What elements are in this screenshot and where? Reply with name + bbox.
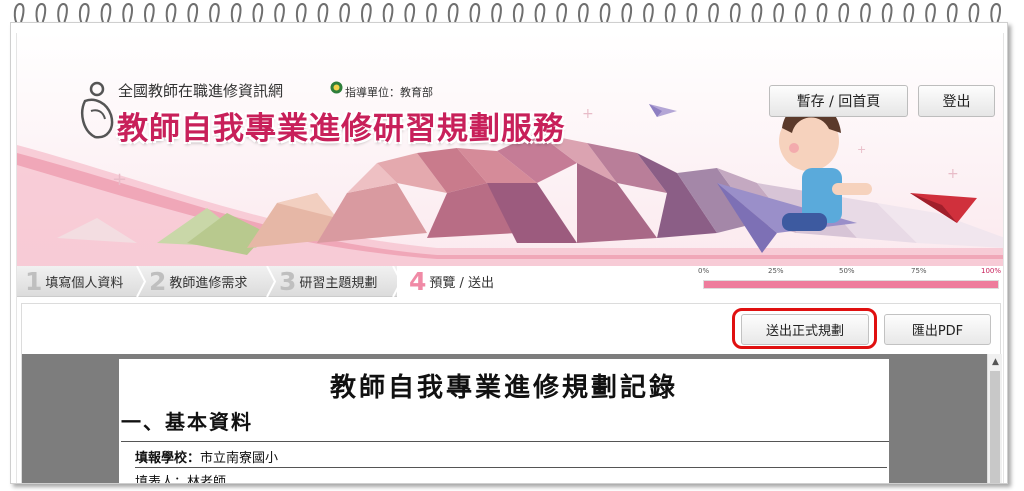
divider <box>135 467 887 468</box>
service-title: 教師自我專業進修研習規劃服務 <box>117 111 565 147</box>
guide-text: 指導單位：教育部 <box>345 86 433 99</box>
progress-tick-label: 25% <box>768 267 784 275</box>
save-home-button[interactable]: 暫存 / 回首頁 <box>769 85 908 117</box>
step-label: 教師進修需求 <box>169 276 248 291</box>
progress-tick-label: 75% <box>911 267 927 275</box>
step-number: 1 <box>25 267 43 296</box>
progress-tick-label: 0% <box>698 267 710 275</box>
step-2[interactable]: 2 教師進修需求 <box>149 266 247 297</box>
banner: + + + + 全國教師在職進修資訊網 指導單位：教育部 教師自我專業進修研習規… <box>17 33 1003 266</box>
step-label: 預覽 / 送出 <box>429 276 495 291</box>
preview-panel: 送出正式規劃 匯出PDF 教師自我專業進修規劃記錄 一、基本資料 填報學校：市立… <box>21 303 1003 484</box>
progress-scale: 0% 25% 50% 75% 100% <box>698 267 1002 277</box>
step-navigation: 1 填寫個人資料 2 教師進修需求 3 研習主題規劃 4 預覽 / 送出 0% <box>17 266 1003 302</box>
step-number: 2 <box>149 267 167 296</box>
document-page: 教師自我專業進修規劃記錄 一、基本資料 填報學校：市立南寮國小 填表人：林老師 <box>119 359 889 484</box>
section-title: 一、基本資料 <box>121 410 253 434</box>
submit-plan-button[interactable]: 送出正式規劃 <box>741 314 869 345</box>
banner-illustration: + + + + <box>17 33 1003 266</box>
document-title: 教師自我專業進修規劃記錄 <box>329 373 678 403</box>
school-row: 填報學校：市立南寮國小 <box>135 447 278 466</box>
step-separator-icon <box>392 266 403 297</box>
ministry-emblem-icon <box>330 81 343 94</box>
progress-tick-label: 50% <box>839 267 855 275</box>
web-page: + + + + 全國教師在職進修資訊網 指導單位：教育部 教師自我專業進修研習規… <box>16 33 1004 484</box>
viewer-scrollbar[interactable]: ▲ <box>987 354 1003 483</box>
step-1[interactable]: 1 填寫個人資料 <box>25 266 123 297</box>
step-number: 3 <box>279 267 297 296</box>
svg-text:+: + <box>947 166 959 182</box>
chevron-up-icon[interactable]: ▲ <box>988 354 1003 369</box>
divider <box>121 441 889 442</box>
progress-bar-fill <box>704 281 998 288</box>
logout-button[interactable]: 登出 <box>918 85 995 117</box>
paper-sheet: + + + + 全國教師在職進修資訊網 指導單位：教育部 教師自我專業進修研習規… <box>10 22 1008 484</box>
document-viewer[interactable]: 教師自我專業進修規劃記錄 一、基本資料 填報學校：市立南寮國小 填表人：林老師 <box>22 354 987 484</box>
school-value: 市立南寮國小 <box>200 451 279 466</box>
screenshot-frame: + + + + 全國教師在職進修資訊網 指導單位：教育部 教師自我專業進修研習規… <box>0 0 1024 491</box>
scroll-thumb[interactable] <box>990 371 1000 483</box>
step-label: 研習主題規劃 <box>299 276 378 291</box>
progress-tick-label: 100% <box>981 267 1002 275</box>
school-label: 填報學校： <box>135 451 201 466</box>
step-separator-icon <box>266 266 277 297</box>
next-row: 填表人：林老師 <box>135 475 227 484</box>
step-4-active[interactable]: 4 預覽 / 送出 <box>409 266 494 297</box>
org-title: 全國教師在職進修資訊網 <box>118 82 284 100</box>
progress-bar <box>703 280 999 289</box>
step-number: 4 <box>409 267 427 296</box>
person-book-icon <box>81 81 114 139</box>
svg-text:+: + <box>582 106 594 122</box>
svg-text:+: + <box>857 143 866 156</box>
step-3[interactable]: 3 研習主題規劃 <box>279 266 377 297</box>
step-separator-icon <box>136 266 147 297</box>
export-pdf-button[interactable]: 匯出PDF <box>884 314 991 345</box>
step-label: 填寫個人資料 <box>45 276 124 291</box>
svg-text:+: + <box>112 169 127 190</box>
